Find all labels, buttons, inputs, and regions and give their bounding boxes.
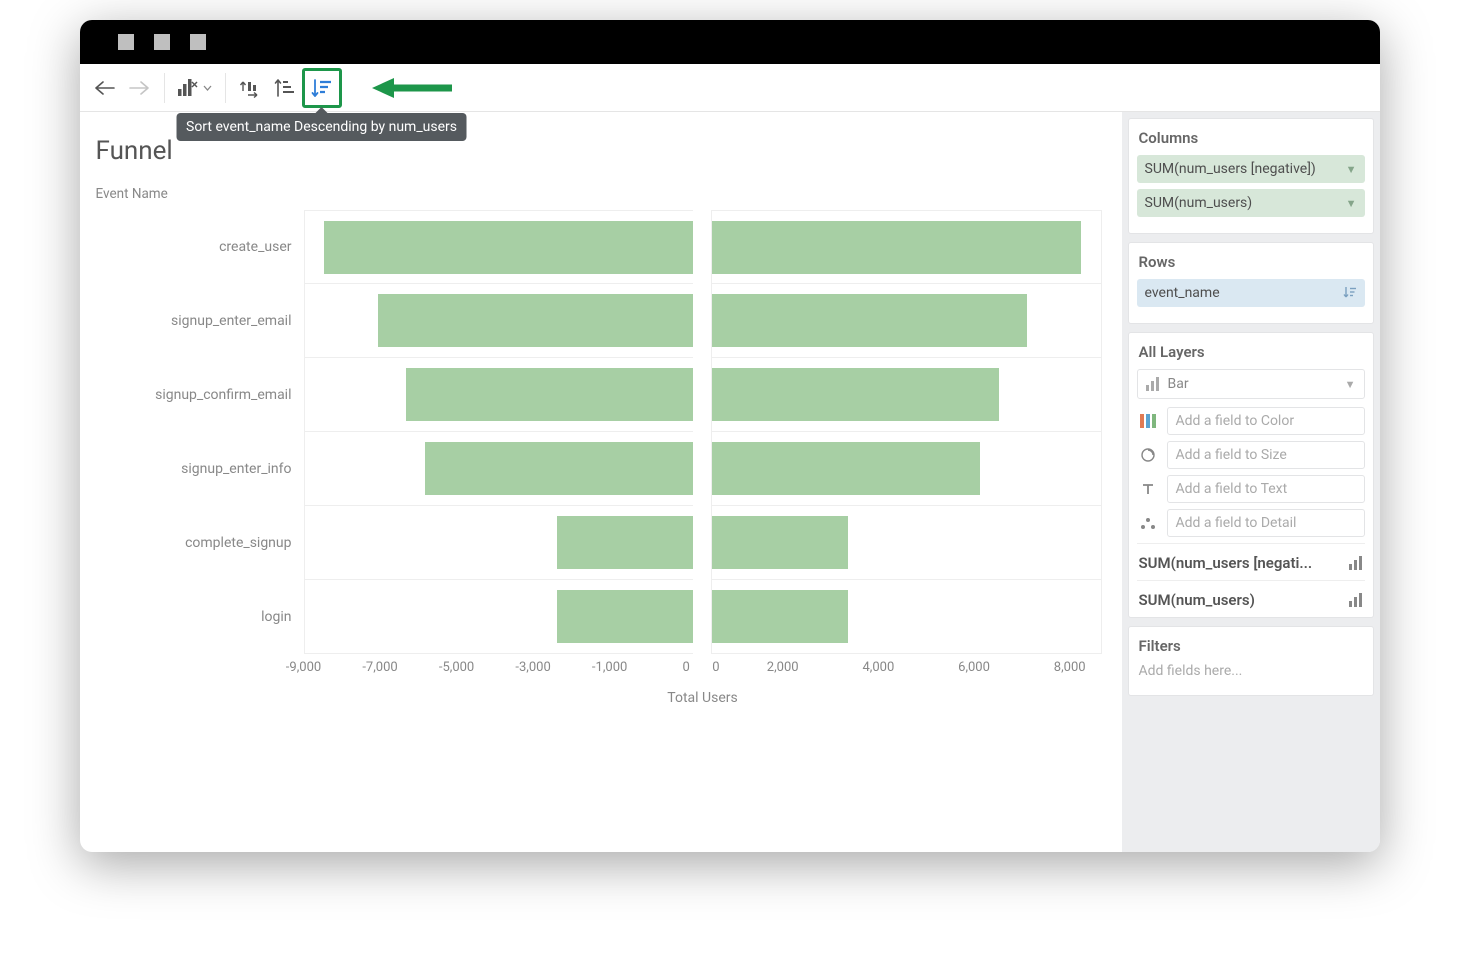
bar-positive[interactable]	[711, 210, 1102, 284]
chart-row: signup_confirm_email	[90, 358, 1122, 432]
color-field[interactable]: Add a field to Color	[1167, 407, 1365, 435]
category-label: complete_signup	[90, 506, 304, 580]
side-panel: Columns SUM(num_users [negative]) ▼ SUM(…	[1122, 112, 1380, 852]
mark-type-label: Bar	[1168, 376, 1189, 392]
bar-positive[interactable]	[711, 358, 1102, 432]
x-axis-ticks: -9,000-7,000-5,000-3,000-1,0000 02,0004,…	[304, 660, 1102, 682]
layer-item[interactable]: SUM(num_users)	[1137, 580, 1365, 613]
pill-label: SUM(num_users)	[1145, 195, 1253, 211]
layer-item-label: SUM(num_users)	[1139, 591, 1255, 609]
bar-negative[interactable]	[304, 506, 694, 580]
swap-axes-button[interactable]	[234, 71, 268, 105]
titlebar	[80, 20, 1380, 64]
sort-indicator-icon	[1343, 286, 1357, 301]
bar-chart-icon	[1349, 556, 1363, 570]
rows-title: Rows	[1137, 249, 1365, 279]
pill-label: event_name	[1145, 285, 1220, 301]
pill-label: SUM(num_users [negative])	[1145, 161, 1316, 177]
text-icon	[1137, 478, 1159, 500]
chart-row: login	[90, 580, 1122, 654]
layer-item-label: SUM(num_users [negati...	[1139, 554, 1313, 572]
bar-chart-icon	[1146, 377, 1160, 391]
chart-title: Funnel	[96, 136, 1122, 166]
annotation-arrow	[372, 75, 452, 101]
app-window: Sort event_name Descending by num_users …	[80, 20, 1380, 852]
text-field[interactable]: Add a field to Text	[1167, 475, 1365, 503]
bar-positive[interactable]	[711, 284, 1102, 358]
bar-negative[interactable]	[304, 210, 694, 284]
filters-title: Filters	[1137, 633, 1365, 663]
toolbar: Sort event_name Descending by num_users	[80, 64, 1380, 112]
detail-field[interactable]: Add a field to Detail	[1167, 509, 1365, 537]
columns-title: Columns	[1137, 125, 1365, 155]
size-icon	[1137, 444, 1159, 466]
chart-row: signup_enter_email	[90, 284, 1122, 358]
sort-descending-button[interactable]: Sort event_name Descending by num_users	[302, 68, 342, 108]
chart-type-button[interactable]	[173, 71, 217, 105]
chart-row: complete_signup	[90, 506, 1122, 580]
bar-positive[interactable]	[711, 432, 1102, 506]
chart-canvas: Funnel Event Name create_usersignup_ente…	[80, 112, 1122, 852]
filters-shelf[interactable]: Filters Add fields here...	[1128, 626, 1374, 696]
category-label: login	[90, 580, 304, 654]
color-icon	[1137, 410, 1159, 432]
bar-negative[interactable]	[304, 432, 694, 506]
bar-negative[interactable]	[304, 284, 694, 358]
category-label: create_user	[90, 210, 304, 284]
window-control[interactable]	[154, 34, 170, 50]
category-label: signup_confirm_email	[90, 358, 304, 432]
window-control[interactable]	[190, 34, 206, 50]
category-label: signup_enter_email	[90, 284, 304, 358]
bar-chart-icon	[1349, 593, 1363, 607]
window-control[interactable]	[118, 34, 134, 50]
column-pill[interactable]: SUM(num_users) ▼	[1137, 189, 1365, 217]
mark-type-select[interactable]: Bar ▼	[1137, 369, 1365, 399]
chart-row: create_user	[90, 210, 1122, 284]
sort-tooltip: Sort event_name Descending by num_users	[176, 113, 467, 141]
layers-shelf: All Layers Bar ▼ Add a field to Color	[1128, 332, 1374, 618]
sort-ascending-button[interactable]	[268, 71, 302, 105]
forward-button	[122, 71, 156, 105]
chart-row: signup_enter_info	[90, 432, 1122, 506]
layers-title: All Layers	[1137, 339, 1365, 369]
size-field[interactable]: Add a field to Size	[1167, 441, 1365, 469]
columns-shelf: Columns SUM(num_users [negative]) ▼ SUM(…	[1128, 118, 1374, 234]
bar-negative[interactable]	[304, 358, 694, 432]
detail-icon	[1137, 512, 1159, 534]
caret-down-icon: ▼	[1346, 163, 1357, 176]
column-pill[interactable]: SUM(num_users [negative]) ▼	[1137, 155, 1365, 183]
bar-positive[interactable]	[711, 580, 1102, 654]
filters-placeholder: Add fields here...	[1137, 663, 1365, 685]
layer-item[interactable]: SUM(num_users [negati...	[1137, 543, 1365, 576]
caret-down-icon: ▼	[1345, 378, 1356, 391]
row-pill[interactable]: event_name	[1137, 279, 1365, 307]
back-button[interactable]	[88, 71, 122, 105]
caret-down-icon: ▼	[1346, 197, 1357, 210]
bar-positive[interactable]	[711, 506, 1102, 580]
bar-negative[interactable]	[304, 580, 694, 654]
x-axis-title: Total Users	[304, 690, 1102, 706]
category-label: signup_enter_info	[90, 432, 304, 506]
y-axis-title: Event Name	[96, 186, 1122, 202]
rows-shelf: Rows event_name	[1128, 242, 1374, 324]
